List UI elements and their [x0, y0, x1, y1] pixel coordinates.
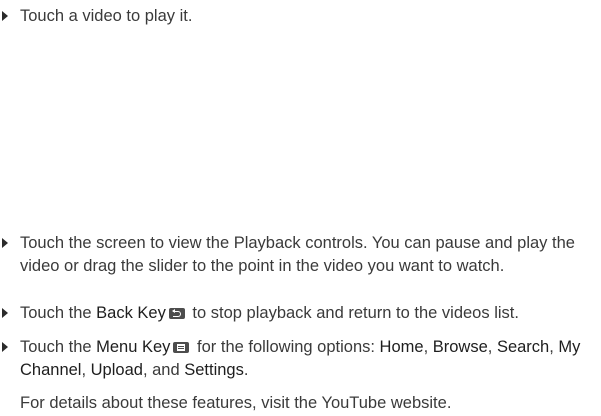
text-suffix: to stop playback and return to the video…: [187, 304, 519, 322]
details-note: For details about these features, visit …: [20, 394, 452, 412]
option-browse: Browse: [432, 338, 488, 356]
option-upload: Upload: [90, 361, 143, 379]
text-prefix: Touch the: [20, 338, 97, 356]
option-settings: Settings: [184, 361, 244, 379]
option-search: Search: [496, 338, 550, 356]
bullet-text: Touch a video to play it.: [20, 7, 193, 25]
bullet-arrow-icon: [2, 342, 8, 352]
bullet-arrow-icon: [2, 308, 8, 318]
text-prefix: Touch the: [20, 304, 97, 322]
bullet-play-video: Touch a video to play it.: [2, 5, 598, 28]
bullet-playback-controls: Touch the screen to view the Playback co…: [2, 232, 598, 278]
bullet-text: Touch the screen to view the Playback co…: [20, 234, 575, 275]
menu-key-label: Menu Key: [96, 338, 171, 356]
bullet-menu-key: Touch the Menu Key for the following opt…: [2, 336, 598, 382]
option-home: Home: [379, 338, 424, 356]
bullet-back-key: Touch the Back Key to stop playback and …: [2, 302, 598, 325]
manual-page: Touch a video to play it. Touch the scre…: [0, 0, 601, 416]
menu-key-icon: [173, 342, 190, 353]
bullet-arrow-icon: [2, 238, 8, 248]
back-key-icon: [168, 308, 185, 319]
text-mid: for the following options:: [192, 338, 380, 356]
back-key-label: Back Key: [96, 304, 166, 322]
bullet-arrow-icon: [2, 11, 8, 21]
